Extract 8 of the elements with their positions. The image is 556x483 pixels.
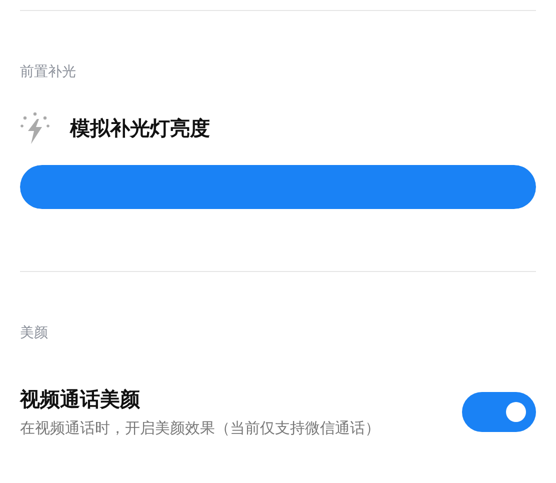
setting-title: 视频通话美颜 xyxy=(20,386,141,413)
toggle-switch[interactable] xyxy=(462,392,536,432)
slider-label: 模拟补光灯亮度 xyxy=(70,114,210,142)
brightness-slider[interactable] xyxy=(20,165,536,209)
flash-icon xyxy=(20,111,50,145)
setting-description: 在视频通话时，开启美颜效果（当前仅支持微信通话） xyxy=(20,419,380,438)
section-header: 前置补光 xyxy=(20,63,77,81)
section-header: 美颜 xyxy=(20,324,49,342)
